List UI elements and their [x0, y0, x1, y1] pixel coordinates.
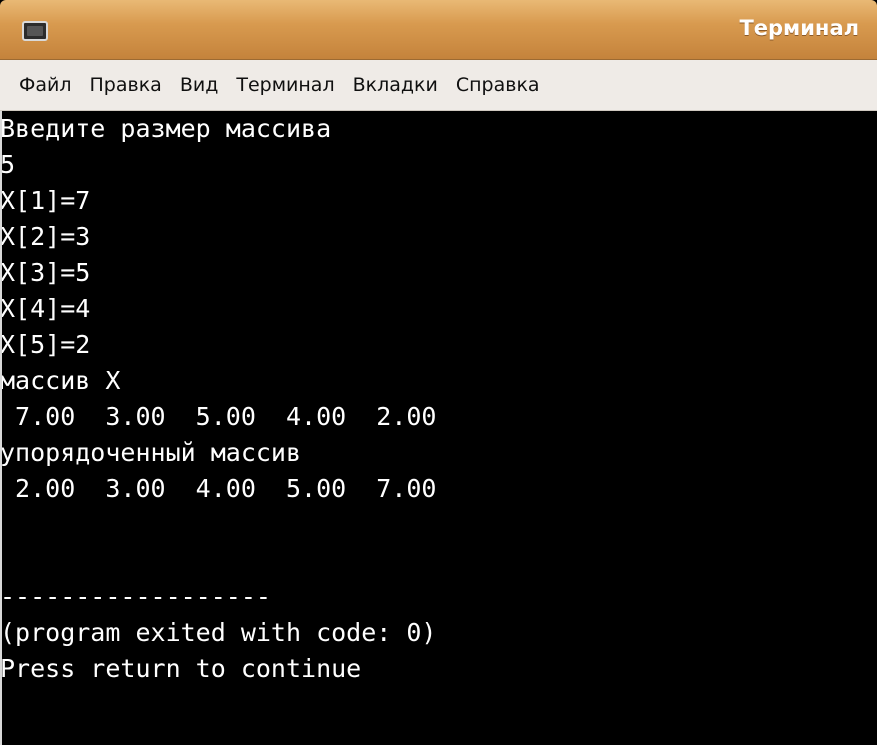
terminal-line: массив X	[0, 366, 121, 395]
terminal-line: (program exited with code: 0)	[0, 618, 437, 647]
menu-help[interactable]: Справка	[447, 68, 549, 102]
terminal-line: Press return to continue	[0, 654, 362, 683]
terminal-line: упорядоченный массив	[0, 438, 302, 467]
menu-edit[interactable]: Правка	[81, 68, 171, 102]
window-title: Терминал	[739, 16, 859, 40]
menu-tabs[interactable]: Вкладки	[344, 68, 447, 102]
terminal-line: ------------------	[0, 582, 271, 611]
terminal-line: X[1]=7	[0, 186, 91, 215]
terminal-line: Введите размер массива	[0, 114, 332, 143]
terminal-window: Терминал Файл Правка Вид Терминал Вкладк…	[0, 0, 877, 745]
terminal-line: 5	[0, 150, 16, 179]
terminal-app-icon[interactable]	[22, 21, 48, 41]
terminal-line: 2.00 3.00 4.00 5.00 7.00	[0, 474, 437, 503]
menu-view[interactable]: Вид	[171, 68, 228, 102]
window-left-border	[0, 111, 2, 745]
terminal-line: 7.00 3.00 5.00 4.00 2.00	[0, 402, 437, 431]
terminal-output[interactable]: Введите размер массива 5 X[1]=7 X[2]=3 X…	[0, 111, 877, 745]
menu-bar: Файл Правка Вид Терминал Вкладки Справка	[0, 60, 877, 111]
menu-terminal[interactable]: Терминал	[227, 68, 343, 102]
terminal-line: X[4]=4	[0, 294, 91, 323]
menu-file[interactable]: Файл	[10, 68, 81, 102]
terminal-line: X[2]=3	[0, 222, 91, 251]
title-bar[interactable]: Терминал	[0, 0, 877, 60]
terminal-line: X[5]=2	[0, 330, 91, 359]
terminal-line: X[3]=5	[0, 258, 91, 287]
